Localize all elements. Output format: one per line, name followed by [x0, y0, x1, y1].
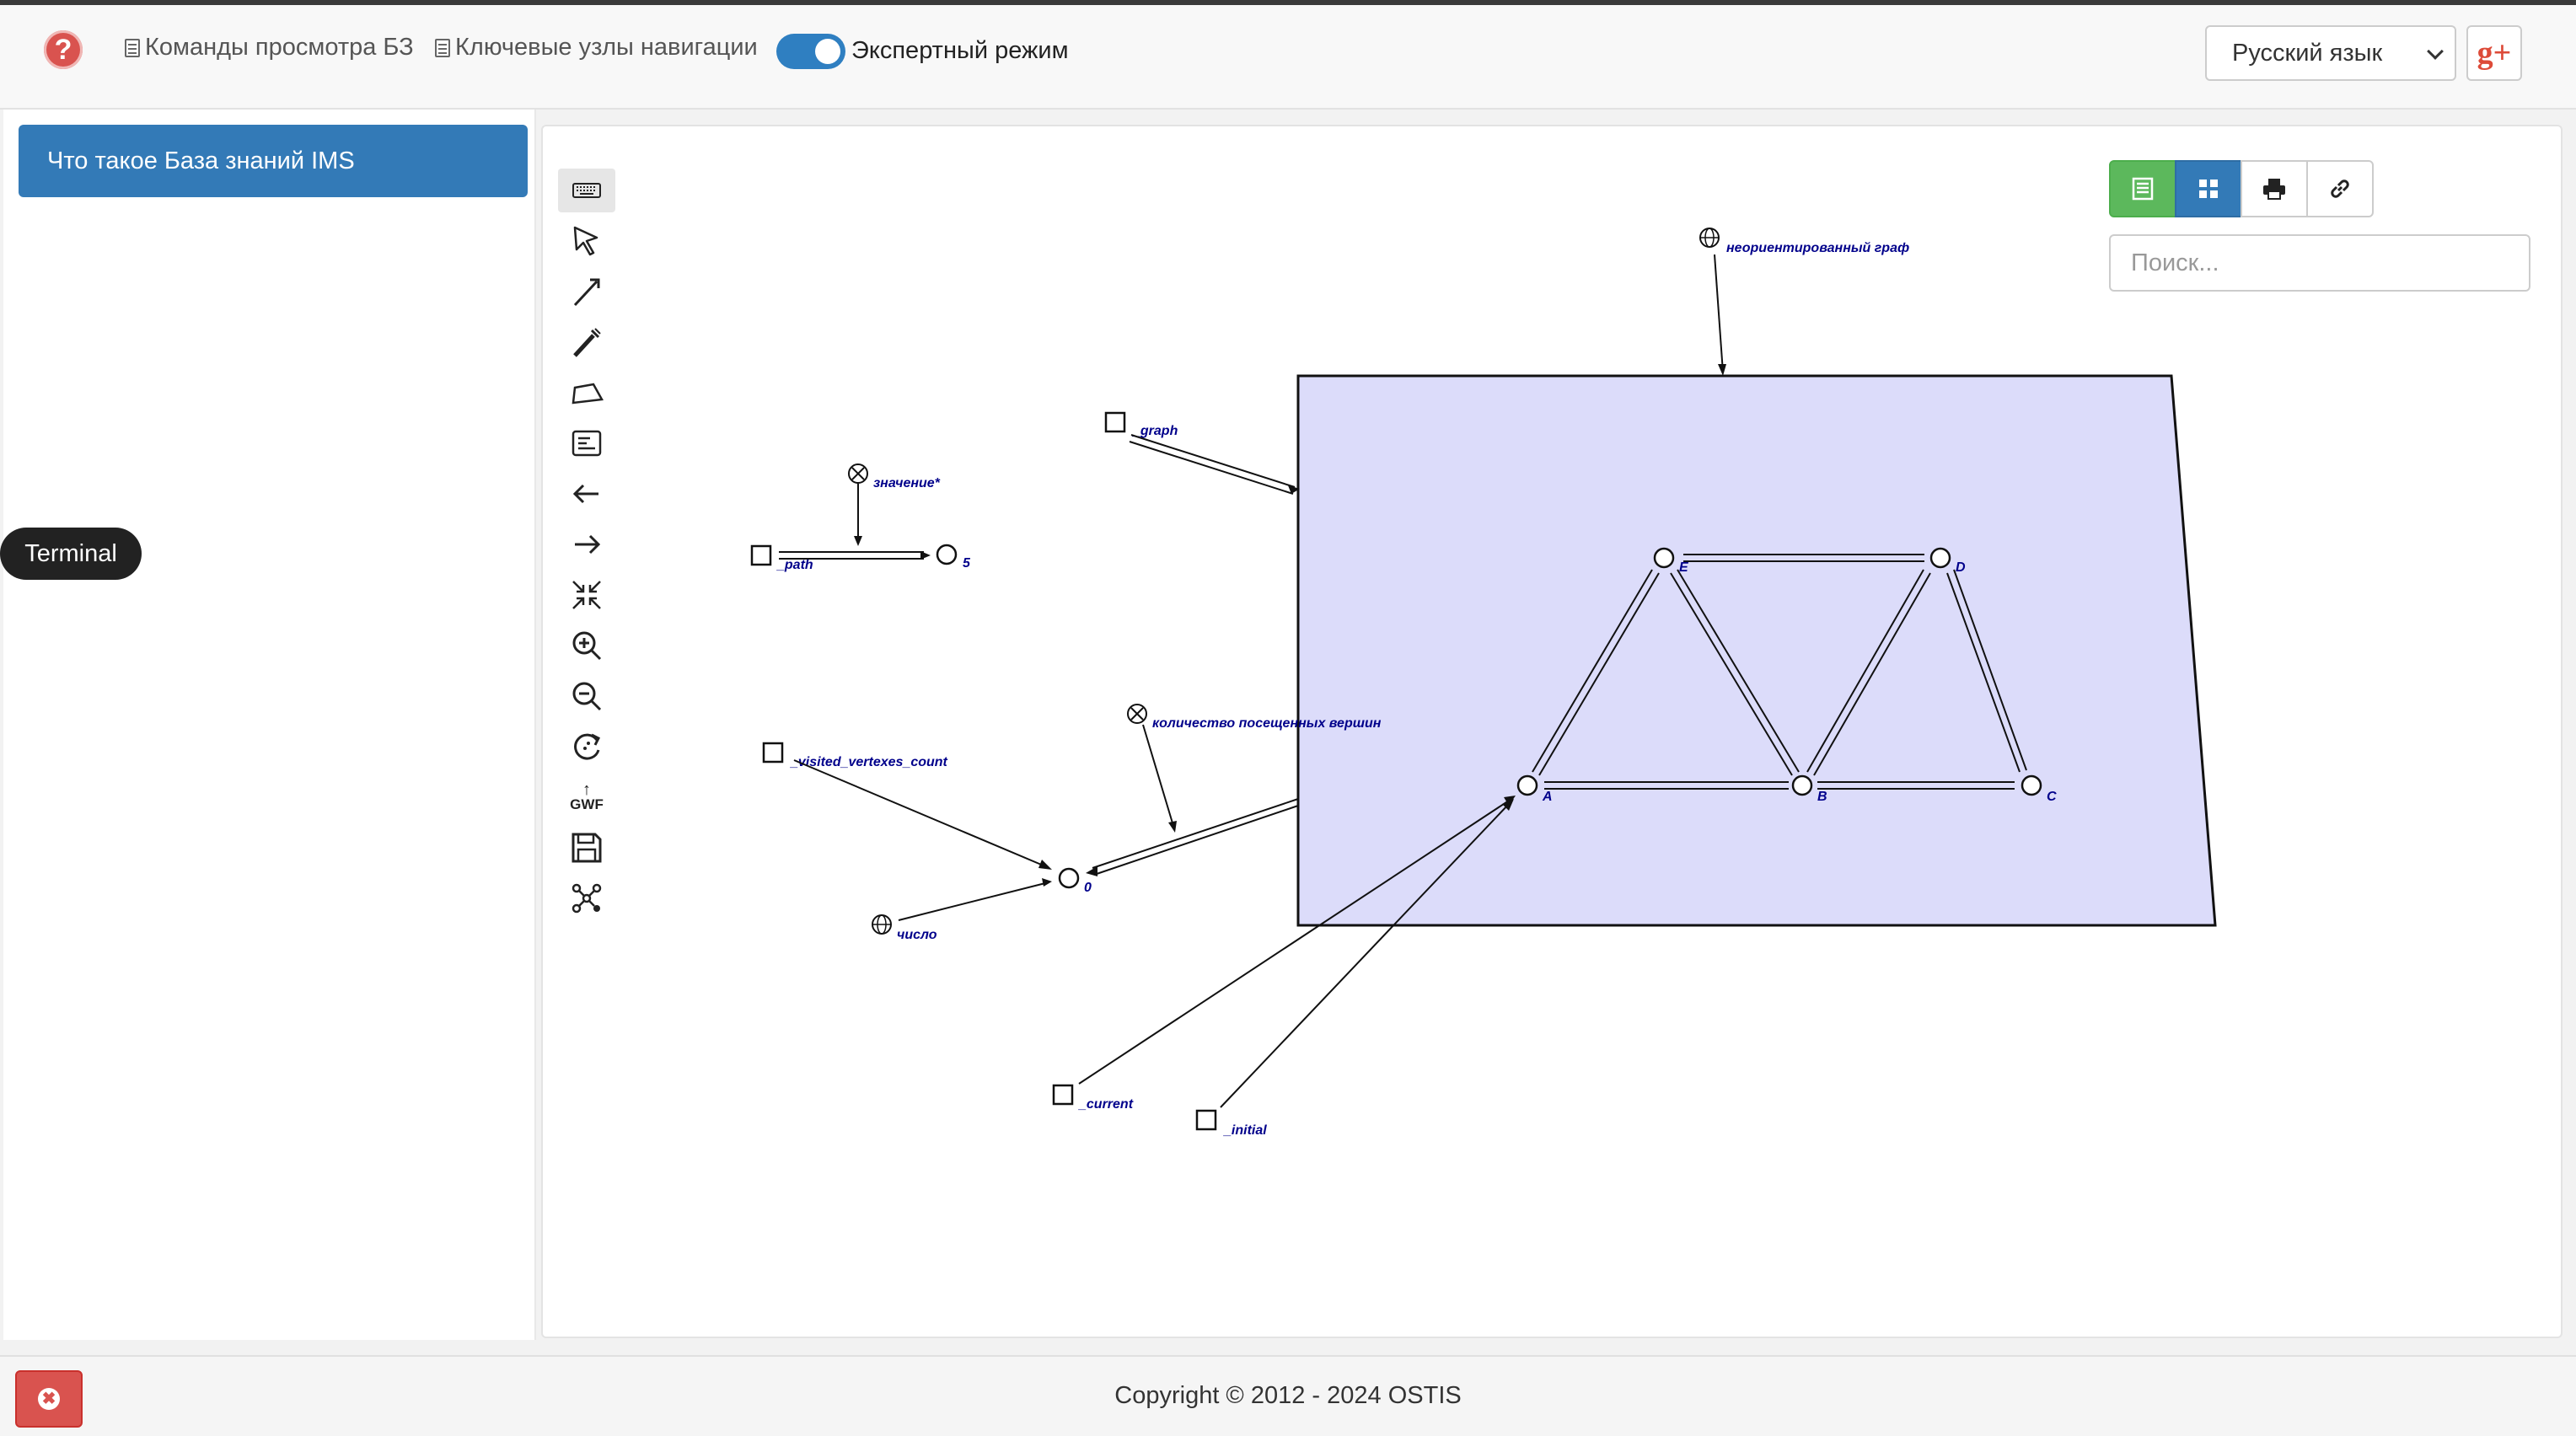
- vertex-E[interactable]: [1653, 547, 1675, 569]
- globe-icon[interactable]: [872, 914, 892, 935]
- scg-graph-canvas: неориентированный граф _graph значение* …: [750, 228, 2217, 1138]
- relation-node[interactable]: [848, 463, 868, 484]
- current-var-node[interactable]: [1052, 1084, 1074, 1106]
- current-var-label: _current: [1078, 1097, 1134, 1112]
- vertex-C[interactable]: [2021, 774, 2042, 796]
- vertex-D[interactable]: [1929, 547, 1951, 569]
- vertex-A[interactable]: [1516, 774, 1538, 796]
- path-var-label: _path: [776, 558, 813, 572]
- value-relation-label: значение*: [873, 476, 941, 490]
- vertex-D-label: D: [1956, 560, 1966, 575]
- footer: ✖ Copyright © 2012 - 2024 OSTIS: [0, 1355, 2576, 1436]
- vertex-B-label: B: [1817, 790, 1827, 804]
- visited-count-var-node[interactable]: [762, 742, 784, 764]
- graph-var-node[interactable]: [1104, 411, 1126, 433]
- number-0-label: 0: [1084, 881, 1092, 895]
- class-arc[interactable]: [1714, 254, 1724, 373]
- number-5-node[interactable]: [936, 544, 958, 565]
- visited-count-relation-label: количество посещенных вершин: [1152, 716, 1382, 731]
- path-var-node[interactable]: [750, 544, 772, 566]
- vertex-B[interactable]: [1791, 774, 1813, 796]
- copyright-text: Copyright © 2012 - 2024 OSTIS: [1114, 1382, 1462, 1409]
- initial-var-node[interactable]: [1195, 1109, 1217, 1131]
- number-class-label: число: [897, 928, 937, 942]
- vertex-E-label: E: [1679, 560, 1689, 575]
- initial-var-label: _initial: [1223, 1123, 1267, 1138]
- globe-icon[interactable]: [1699, 228, 1720, 248]
- relation-node[interactable]: [1127, 704, 1147, 724]
- number-0-node[interactable]: [1058, 867, 1080, 889]
- graph-var-label: _graph: [1132, 424, 1178, 438]
- number-5-label: 5: [963, 556, 971, 571]
- graph-contour[interactable]: [1296, 374, 2217, 927]
- visited-count-var-label: _visited_vertexes_count: [790, 755, 948, 769]
- vertex-A-label: A: [1542, 790, 1553, 804]
- undirected-graph-label: неориентированный граф: [1726, 241, 1909, 255]
- vertex-C-label: C: [2047, 790, 2057, 804]
